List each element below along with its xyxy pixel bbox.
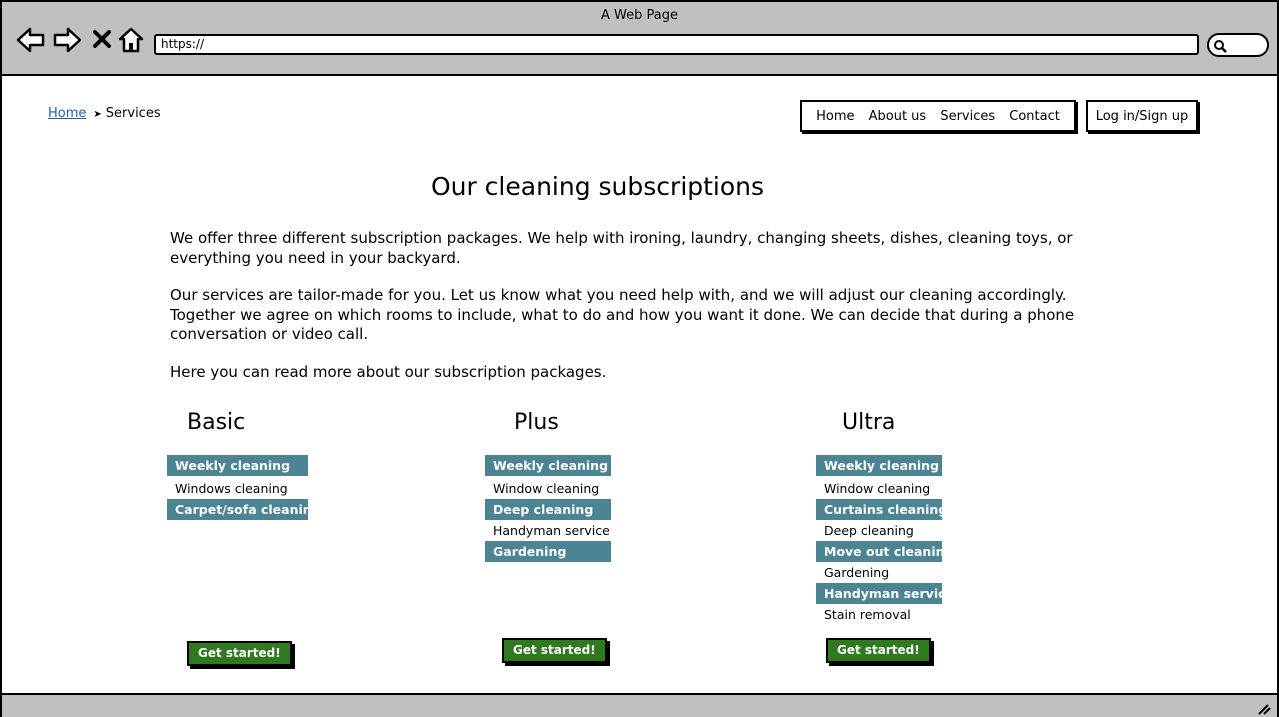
get-started-button-ultra[interactable]: Get started! [826, 638, 931, 663]
status-bar [2, 693, 1277, 717]
nav-item-home[interactable]: Home [816, 109, 854, 124]
chevron-right-icon: ➤ [93, 109, 102, 120]
plan-feature: Handyman service [493, 523, 610, 538]
plan-feature: Curtains cleaning [816, 499, 947, 520]
plan-feature: Stain removal [824, 607, 911, 622]
plan-feature: Carpet/sofa cleaning [167, 499, 321, 520]
breadcrumb-home-link[interactable]: Home [48, 106, 86, 121]
forward-arrow-icon[interactable] [52, 26, 82, 54]
get-started-button-plus[interactable]: Get started! [502, 638, 607, 663]
close-x-icon[interactable] [92, 29, 112, 49]
resize-grip-icon[interactable] [1257, 703, 1271, 715]
packages-paragraph: Here you can read more about our subscri… [170, 363, 607, 381]
intro-paragraph: We offer three different subscription pa… [170, 229, 1073, 267]
plan-feature: Move out cleaning [816, 541, 953, 562]
get-started-button-basic[interactable]: Get started! [187, 641, 292, 666]
main-nav: Home About us Services Contact [800, 100, 1076, 132]
url-field[interactable]: https:// [154, 34, 1199, 55]
plan-feature: Weekly cleaning [167, 455, 308, 476]
home-icon[interactable] [117, 26, 145, 54]
plan-feature: Weekly cleaning [485, 455, 611, 476]
browser-window: A Web Page https:// Home ➤ Services Home A… [0, 0, 1279, 717]
page-title: Our cleaning subscriptions [430, 172, 765, 201]
plan-feature: Window cleaning [824, 481, 931, 496]
plan-feature: Windows cleaning [175, 481, 288, 496]
plan-feature: Handyman service [816, 583, 954, 604]
plan-feature: Gardening [485, 541, 611, 562]
login-signup-button[interactable]: Log in/Sign up [1086, 100, 1198, 132]
browser-toolbar: A Web Page https:// [2, 2, 1277, 76]
plan-feature: Weekly cleaning [816, 455, 942, 476]
plan-feature: Deep cleaning [485, 499, 611, 520]
plan-title-plus: Plus [514, 410, 559, 435]
search-field[interactable] [1207, 33, 1269, 57]
breadcrumb: Home ➤ Services [48, 106, 161, 121]
nav-item-contact[interactable]: Contact [1009, 109, 1060, 124]
search-icon [1214, 40, 1227, 53]
plan-feature: Deep cleaning [824, 523, 914, 538]
breadcrumb-current: Services [105, 106, 161, 121]
plan-title-basic: Basic [187, 410, 246, 435]
plan-feature: Window cleaning [493, 481, 600, 496]
nav-item-services[interactable]: Services [940, 109, 995, 124]
plan-feature: Gardening [824, 565, 890, 580]
window-title: A Web Page [601, 8, 678, 23]
back-arrow-icon[interactable] [16, 26, 46, 54]
nav-item-about[interactable]: About us [869, 109, 927, 124]
plan-title-ultra: Ultra [842, 410, 896, 435]
services-paragraph: Our services are tailor-made for you. Le… [170, 286, 1075, 343]
